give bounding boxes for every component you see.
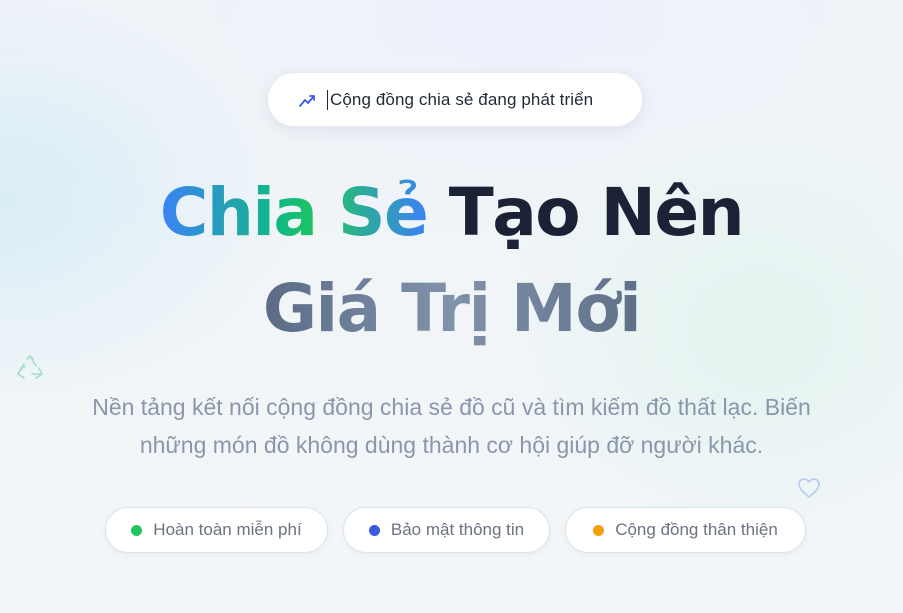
trending-up-icon bbox=[298, 91, 318, 109]
text-cursor bbox=[327, 89, 328, 110]
green-dot-icon bbox=[131, 524, 143, 536]
hero-title-line-1: Chia Sẻ Tạo Nên bbox=[0, 180, 903, 246]
description-line-2: những món đồ không dùng thành cơ hội giú… bbox=[139, 432, 764, 458]
hero-title-highlight: Chia Sẻ bbox=[159, 174, 429, 251]
feature-chip-label: Hoàn toàn miễn phí bbox=[153, 520, 302, 539]
badge-text: Cộng đồng chia sẻ đang phát triển bbox=[330, 89, 594, 109]
orange-dot-icon bbox=[593, 524, 605, 536]
feature-chip-label: Bảo mật thông tin bbox=[390, 520, 525, 539]
feature-chip-label: Cộng đồng thân thiện bbox=[615, 520, 778, 539]
heart-icon bbox=[797, 477, 821, 499]
blue-dot-icon bbox=[368, 524, 380, 536]
feature-chips: Hoàn toàn miễn phí Bảo mật thông tin Cộn… bbox=[0, 507, 903, 553]
hero-subtitle: Giá Trị Mới bbox=[262, 270, 642, 347]
hero-title-line-2: Giá Trị Mới bbox=[0, 276, 903, 342]
hero-title-dark: Tạo Nên bbox=[448, 174, 745, 251]
recycle-icon bbox=[16, 354, 44, 382]
hero-description: Nền tảng kết nối cộng đồng chia sẻ đồ cũ… bbox=[40, 388, 863, 464]
description-line-1: Nền tảng kết nối cộng đồng chia sẻ đồ cũ… bbox=[92, 394, 811, 420]
feature-chip-security: Bảo mật thông tin bbox=[343, 507, 550, 553]
community-badge: Cộng đồng chia sẻ đang phát triển bbox=[267, 72, 643, 127]
feature-chip-community: Cộng đồng thân thiện bbox=[565, 507, 806, 553]
feature-chip-free: Hoàn toàn miễn phí bbox=[105, 507, 328, 553]
